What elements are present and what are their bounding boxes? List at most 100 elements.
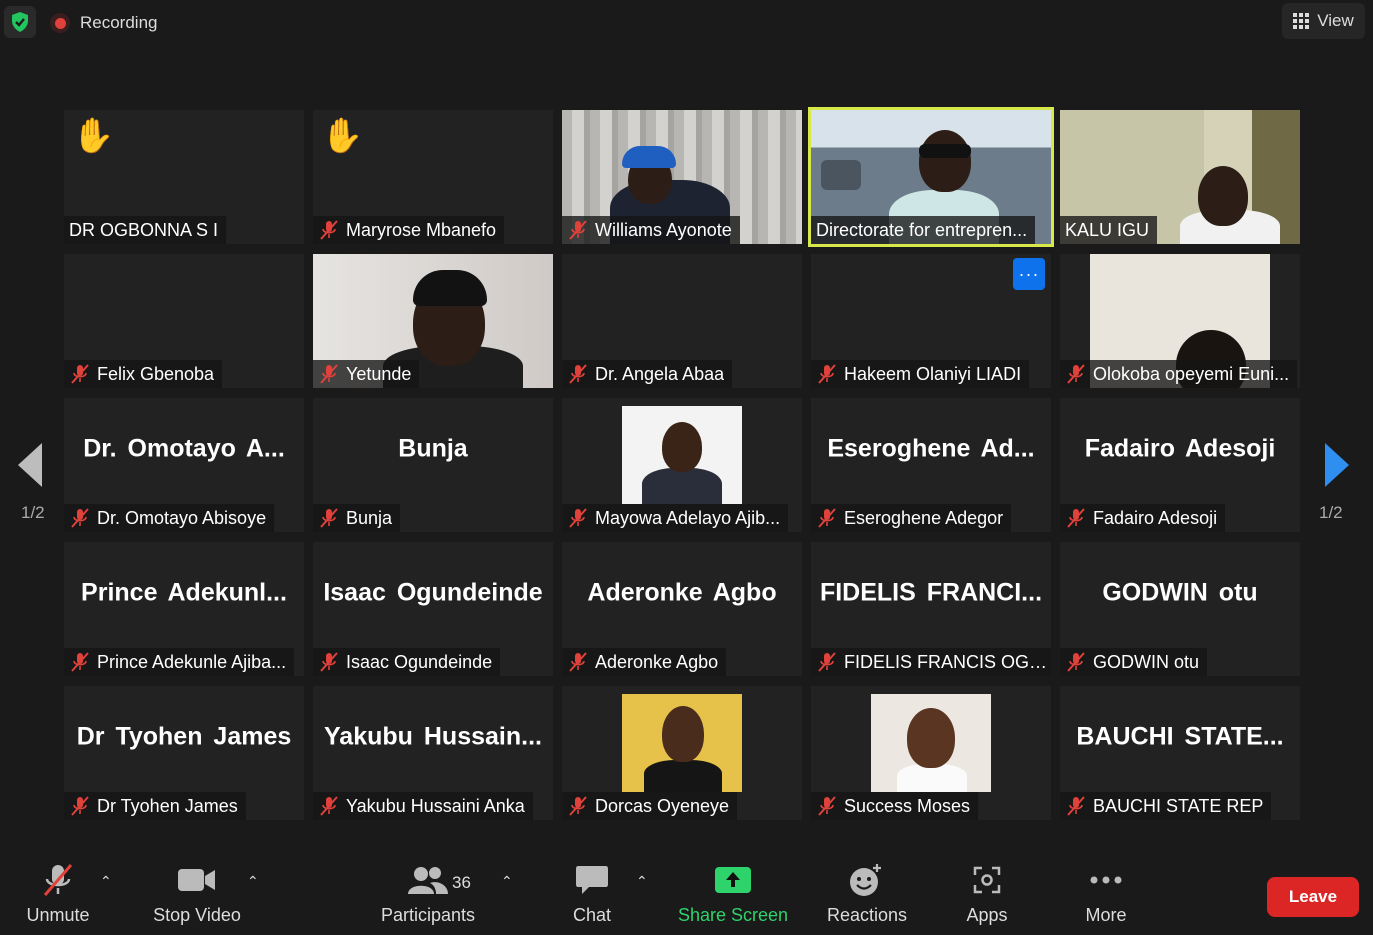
muted-microphone-icon	[1067, 796, 1085, 816]
reactions-label: Reactions	[826, 905, 908, 925]
participant-name: Fadairo Adesoji	[1093, 507, 1218, 528]
participant-name-label: Aderonke Agbo	[562, 648, 727, 676]
participant-tile[interactable]: Olokoba opeyemi Euni...	[1060, 254, 1300, 388]
participant-tile[interactable]: Eseroghene Ad... Eseroghene Adegor	[811, 398, 1051, 532]
participant-name: Directorate for entrepren...	[816, 219, 1028, 240]
apps-icon	[973, 866, 1001, 894]
muted-microphone-icon	[1067, 364, 1085, 384]
muted-microphone-icon	[71, 652, 89, 672]
chat-options-caret-icon[interactable]: ⌃	[636, 873, 648, 890]
participant-tile[interactable]: Yakubu Hussain... Yakubu Hussaini Anka	[313, 686, 553, 820]
participant-tile[interactable]: Bunja Bunja	[313, 398, 553, 532]
participant-name: Prince Adekunle Ajiba...	[97, 651, 287, 672]
participant-display-name: Yakubu Hussain...	[324, 722, 542, 751]
stop-video-button[interactable]: Stop Video	[146, 855, 248, 935]
tile-more-options-button[interactable]: ···	[1013, 258, 1045, 290]
participants-button[interactable]: Participants	[376, 855, 480, 935]
participant-name-label: Directorate for entrepren...	[811, 216, 1036, 244]
participant-tile[interactable]: ··· Hakeem Olaniyi LIADI	[811, 254, 1051, 388]
participant-tile[interactable]: Dorcas Oyeneye	[562, 686, 802, 820]
participant-tile[interactable]: Fadairo Adesoji Fadairo Adesoji	[1060, 398, 1300, 532]
participant-tile[interactable]: KALU IGU	[1060, 110, 1300, 244]
unmute-label: Unmute	[26, 905, 90, 925]
participant-tile[interactable]: Dr Tyohen James Dr Tyohen James	[64, 686, 304, 820]
participant-tile[interactable]: ✋ Maryrose Mbanefo	[313, 110, 553, 244]
muted-microphone-icon	[320, 652, 338, 672]
participant-display-name: Dr. Omotayo A...	[83, 434, 285, 463]
previous-page-arrow-icon[interactable]	[18, 443, 42, 487]
participant-name: Eseroghene Adegor	[844, 507, 1004, 528]
muted-microphone-icon	[1067, 508, 1085, 528]
stop-video-label: Stop Video	[153, 905, 241, 925]
participants-options-caret-icon[interactable]: ⌃	[501, 873, 513, 890]
apps-button[interactable]: Apps	[962, 855, 1012, 935]
participant-tile[interactable]: Dr. Omotayo A... Dr. Omotayo Abisoye	[64, 398, 304, 532]
participant-name: Yetunde	[346, 363, 412, 384]
muted-microphone-icon	[320, 508, 338, 528]
participant-name: Felix Gbenoba	[97, 363, 215, 384]
participant-name: Dr. Angela Abaa	[595, 363, 725, 384]
participant-tile[interactable]: Dr. Angela Abaa	[562, 254, 802, 388]
participant-tile[interactable]: Mayowa Adelayo Ajib...	[562, 398, 802, 532]
participant-tile[interactable]: Prince Adekunl... Prince Adekunle Ajiba..…	[64, 542, 304, 676]
participant-name: FIDELIS FRANCIS OGU...	[844, 651, 1050, 672]
participants-count: 36	[452, 873, 471, 892]
muted-microphone-icon	[71, 508, 89, 528]
participant-name: Dr. Omotayo Abisoye	[97, 507, 267, 528]
participant-tile[interactable]: Directorate for entrepren...	[808, 107, 1054, 247]
recording-indicator[interactable]: Recording	[50, 8, 158, 38]
participant-name-label: BAUCHI STATE REP	[1060, 792, 1272, 820]
encryption-shield-icon[interactable]	[4, 6, 36, 38]
participant-tile[interactable]: FIDELIS FRANCI... FIDELIS FRANCIS OGU...	[811, 542, 1051, 676]
share-screen-button[interactable]: Share Screen	[676, 855, 790, 935]
participant-display-name: GODWIN otu	[1102, 578, 1258, 607]
audio-options-caret-icon[interactable]: ⌃	[100, 873, 112, 890]
participant-tile[interactable]: Yetunde	[313, 254, 553, 388]
participant-tile[interactable]: GODWIN otu GODWIN otu	[1060, 542, 1300, 676]
muted-microphone-icon	[569, 364, 587, 384]
participant-name-label: Dr Tyohen James	[64, 792, 246, 820]
participant-name-label: Fadairo Adesoji	[1060, 504, 1226, 532]
chat-button[interactable]: Chat	[570, 855, 614, 935]
video-options-caret-icon[interactable]: ⌃	[247, 873, 259, 890]
participant-display-name: FIDELIS FRANCI...	[819, 578, 1043, 607]
participant-avatar	[622, 406, 742, 504]
participant-name-label: Dr. Angela Abaa	[562, 360, 733, 388]
participant-name: Dr Tyohen James	[97, 795, 238, 816]
muted-microphone-icon	[818, 364, 836, 384]
participant-tile[interactable]: Success Moses	[811, 686, 1051, 820]
participant-tile[interactable]: Aderonke Agbo Aderonke Agbo	[562, 542, 802, 676]
view-label: View	[1317, 11, 1354, 30]
participant-tile[interactable]: Williams Ayonote	[562, 110, 802, 244]
participants-icon	[408, 867, 448, 894]
participant-tile[interactable]: ✋ DR OGBONNA S I	[64, 110, 304, 244]
participant-name: Isaac Ogundeinde	[346, 651, 493, 672]
participant-name-label: Mayowa Adelayo Ajib...	[562, 504, 789, 532]
leave-button[interactable]: Leave	[1267, 877, 1359, 917]
participant-name-label: Dorcas Oyeneye	[562, 792, 738, 820]
more-button[interactable]: More	[1080, 855, 1132, 935]
video-camera-icon	[178, 869, 215, 891]
muted-microphone-icon	[71, 796, 89, 816]
muted-microphone-icon	[569, 796, 587, 816]
participant-name: Aderonke Agbo	[595, 651, 719, 672]
participant-display-name: Dr Tyohen James	[76, 722, 292, 751]
unmute-button[interactable]: Unmute	[22, 855, 94, 935]
participant-tile[interactable]: Isaac Ogundeinde Isaac Ogundeinde	[313, 542, 553, 676]
raised-hand-icon: ✋	[321, 117, 364, 155]
participant-avatar	[871, 694, 991, 792]
view-button[interactable]: View	[1282, 3, 1365, 39]
participant-name: Maryrose Mbanefo	[346, 219, 497, 240]
muted-microphone-icon	[569, 508, 587, 528]
muted-microphone-icon	[1067, 652, 1085, 672]
recording-label: Recording	[80, 13, 158, 32]
reactions-button[interactable]: Reactions	[824, 855, 910, 935]
muted-microphone-icon	[818, 508, 836, 528]
next-page-arrow-icon[interactable]	[1325, 443, 1349, 487]
apps-label: Apps	[966, 905, 1008, 925]
participant-tile[interactable]: Felix Gbenoba	[64, 254, 304, 388]
participant-display-name: Bunja	[398, 434, 468, 463]
muted-microphone-icon	[569, 652, 587, 672]
participant-display-name: BAUCHI STATE...	[1076, 722, 1284, 751]
participant-tile[interactable]: BAUCHI STATE... BAUCHI STATE REP	[1060, 686, 1300, 820]
